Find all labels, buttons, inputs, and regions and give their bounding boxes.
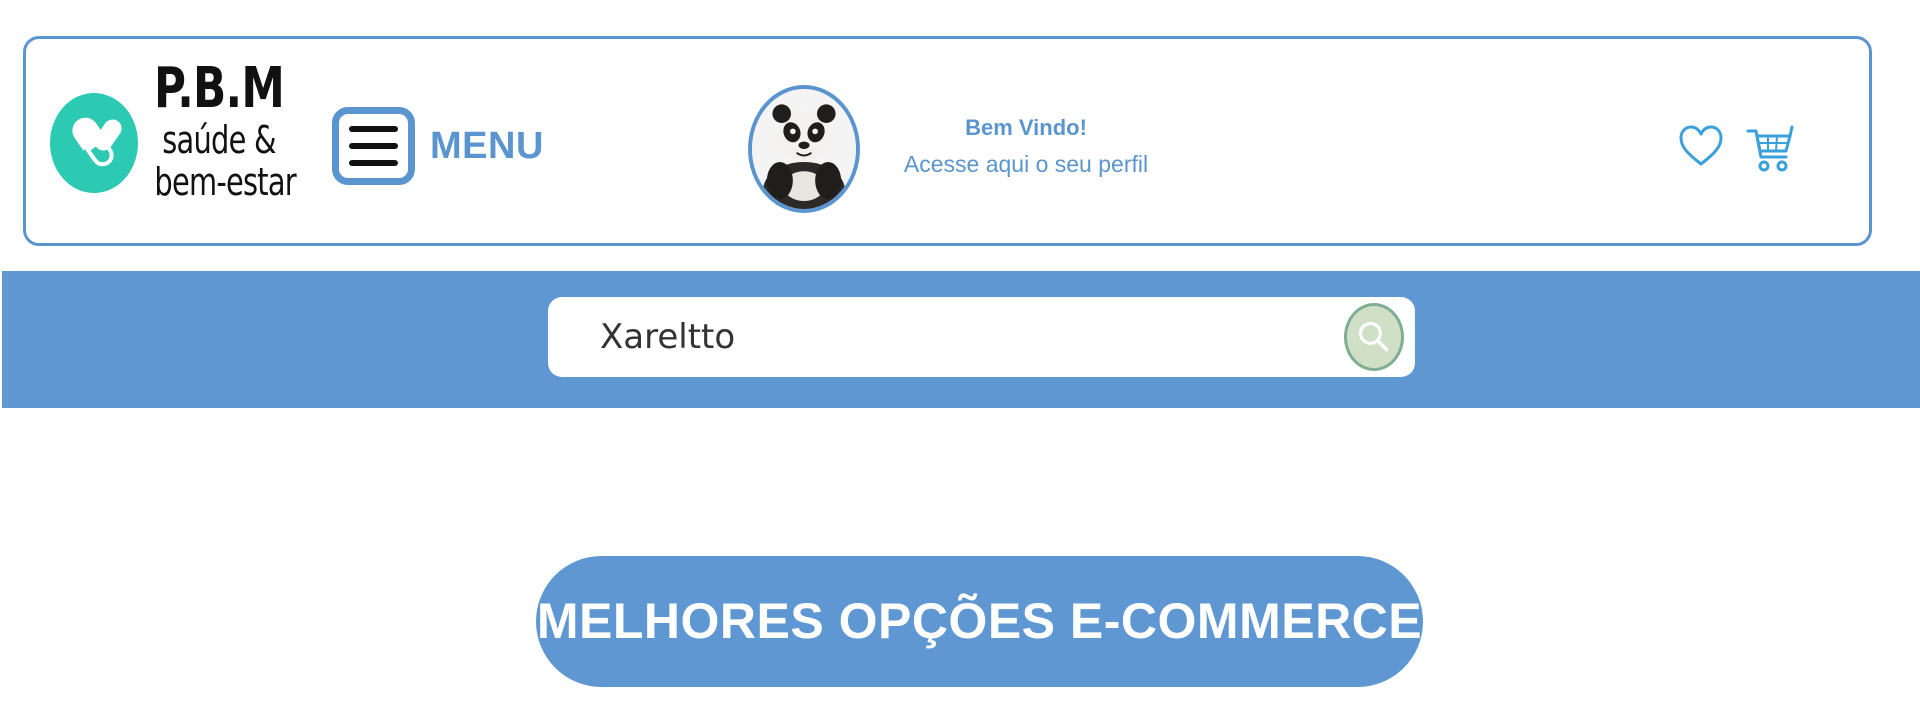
brand-subtitle-line2: bem-estar xyxy=(154,160,296,204)
search-input[interactable] xyxy=(600,297,1280,377)
menu-label[interactable]: MENU xyxy=(430,125,544,168)
avatar[interactable] xyxy=(748,85,860,213)
cart-icon[interactable] xyxy=(1746,123,1794,175)
welcome-title: Bem Vindo! xyxy=(965,115,1087,140)
panda-avatar-icon xyxy=(752,89,856,209)
search-button[interactable] xyxy=(1344,303,1404,371)
menu-button[interactable] xyxy=(332,107,415,185)
hamburger-bar xyxy=(349,160,398,166)
pill-capsule-icon[interactable] xyxy=(50,93,138,193)
hamburger-bar xyxy=(349,126,398,132)
hamburger-bar xyxy=(349,143,398,149)
search-icon xyxy=(1358,321,1389,352)
best-ecommerce-options-button[interactable]: MELHORES OPÇÕES E-COMMERCE xyxy=(536,556,1423,687)
search-box xyxy=(548,297,1415,377)
search-bar-band xyxy=(2,271,1920,408)
brand-logo-text[interactable]: P.B.M saúde & bem-estar xyxy=(134,56,304,204)
brand-subtitle-line1: saúde & xyxy=(162,118,276,162)
brand-title: P.B.M xyxy=(153,56,285,121)
header-bar: P.B.M saúde & bem-estar MENU Bem Vindo! … xyxy=(23,36,1872,246)
page: P.B.M saúde & bem-estar MENU Bem Vindo! … xyxy=(0,0,1920,705)
profile-link[interactable]: Acesse aqui o seu perfil xyxy=(876,151,1176,178)
heart-icon[interactable] xyxy=(1678,123,1724,169)
